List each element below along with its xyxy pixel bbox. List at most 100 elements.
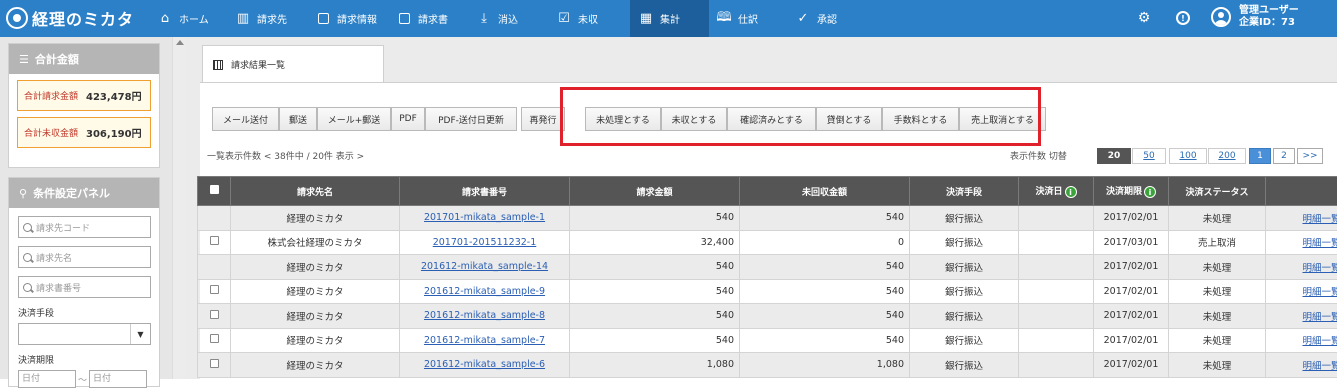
detail-link[interactable]: 明細一覧 — [1302, 361, 1337, 372]
row-checkbox-cell — [198, 304, 231, 329]
paid-date-cell — [1019, 328, 1094, 353]
reissue-button[interactable]: 再発行 — [521, 107, 565, 131]
paid-date-cell — [1019, 353, 1094, 378]
payment-method-cell: 銀行振込 — [910, 328, 1019, 353]
customer-name-cell: 経理のミカタ — [231, 304, 400, 329]
col-invoice-number[interactable]: 請求書番号 — [400, 177, 570, 206]
due-date-from-input[interactable]: 日付 — [18, 370, 76, 388]
nav-home[interactable]: ⌂ ホーム — [158, 0, 209, 37]
nav-journal[interactable]: 🕮 仕訳 — [717, 0, 758, 37]
detail-link[interactable]: 明細一覧 — [1302, 312, 1337, 323]
sidebar-scrollbar[interactable] — [172, 37, 185, 379]
totals-panel-header: ☰ 合計金額 — [9, 44, 159, 74]
row-checkbox-cell — [198, 230, 231, 255]
due-date-cell: 2017/03/01 — [1094, 230, 1169, 255]
nav-customers[interactable]: ▥ 請求先 — [236, 0, 287, 37]
home-icon: ⌂ — [158, 12, 172, 26]
nav-reconcile-label: 消込 — [498, 11, 518, 26]
customer-name-placeholder: 請求先名 — [36, 251, 72, 264]
detail-link[interactable]: 明細一覧 — [1302, 287, 1337, 298]
select-all-checkbox[interactable] — [210, 185, 219, 194]
row-checkbox[interactable] — [210, 285, 219, 294]
logo[interactable]: 経理のミカタ — [6, 7, 134, 29]
tab-billing-results[interactable]: 請求結果一覧 — [202, 45, 384, 83]
customer-name-input[interactable]: 請求先名 — [18, 246, 151, 268]
col-amount[interactable]: 請求金額 — [570, 177, 740, 206]
payment-method-cell: 銀行振込 — [910, 230, 1019, 255]
col-paid-date[interactable]: 決済日i — [1019, 177, 1094, 206]
table-row: 株式会社経理のミカタ201701-201511232-132,4000銀行振込2… — [198, 230, 1337, 255]
per-page-20[interactable]: 20 — [1097, 148, 1131, 164]
paid-date-cell — [1019, 206, 1094, 231]
invoice-link[interactable]: 201612-mikata_sample-6 — [424, 359, 545, 370]
per-page-50[interactable]: 50 — [1132, 148, 1166, 164]
nav-unpaid[interactable]: ☑ 未収 — [557, 0, 598, 37]
unpaid-amount-cell: 540 — [740, 279, 910, 304]
payment-method-cell: 銀行振込 — [910, 304, 1019, 329]
invoice-link[interactable]: 201612-mikata_sample-14 — [421, 261, 548, 272]
col-customer-name[interactable]: 請求先名 — [231, 177, 400, 206]
nav-summary[interactable]: ▦ 集計 — [630, 0, 709, 37]
book-icon: 🕮 — [717, 12, 731, 26]
page-2[interactable]: 2 — [1273, 148, 1295, 164]
due-date-label: 決済期限 — [18, 353, 159, 366]
send-email-button[interactable]: メール送付 — [212, 107, 279, 131]
col-status[interactable]: 決済ステータス — [1169, 177, 1266, 206]
detail-link[interactable]: 明細一覧 — [1302, 336, 1337, 347]
scroll-up-icon[interactable] — [176, 40, 184, 45]
invoice-link[interactable]: 201612-mikata_sample-7 — [424, 335, 545, 346]
info-icon[interactable]: i — [1065, 186, 1077, 198]
col-detail — [1266, 177, 1337, 206]
row-checkbox[interactable] — [210, 359, 219, 368]
total-unpaid-value: 306,190円 — [86, 125, 142, 140]
select-all-header[interactable] — [198, 177, 231, 206]
filter-panel: ⚲ 条件設定パネル 請求先コード 請求先名 請求書番号 決済手段 ▼ 決済期限 … — [8, 177, 160, 387]
per-page-label: 表示件数 切替 — [1010, 149, 1067, 162]
nav-reconcile[interactable]: ⤓ 消込 — [477, 0, 518, 37]
user-avatar-icon — [1211, 7, 1231, 27]
user-menu[interactable]: 管理ユーザー 企業ID：73 — [1211, 5, 1299, 29]
row-checkbox[interactable] — [210, 334, 219, 343]
row-checkbox[interactable] — [210, 236, 219, 245]
pdf-button[interactable]: PDF — [391, 107, 425, 131]
col-payment-method[interactable]: 決済手段 — [910, 177, 1019, 206]
invoice-link[interactable]: 201701-mikata_sample-1 — [424, 212, 545, 223]
detail-link[interactable]: 明細一覧 — [1302, 263, 1337, 274]
send-email-and-mail-button[interactable]: メール+郵送 — [317, 107, 391, 131]
col-due-date[interactable]: 決済期限i — [1094, 177, 1169, 206]
customer-code-input[interactable]: 請求先コード — [18, 216, 151, 238]
detail-cell: 明細一覧 — [1266, 353, 1337, 378]
calculator-icon — [213, 60, 223, 70]
customer-name-cell: 株式会社経理のミカタ — [231, 230, 400, 255]
info-icon[interactable]: i — [1144, 186, 1156, 198]
alert-icon[interactable]: ! — [1176, 11, 1190, 25]
invoice-link[interactable]: 201612-mikata_sample-8 — [424, 310, 545, 321]
payment-method-select[interactable]: ▼ — [18, 323, 151, 345]
pdf-update-send-date-button[interactable]: PDF-送付日更新 — [425, 107, 517, 131]
invoice-link[interactable]: 201612-mikata_sample-9 — [424, 286, 545, 297]
nav-customers-label: 請求先 — [257, 11, 287, 26]
amount-cell: 540 — [570, 304, 740, 329]
gear-icon[interactable]: ⚙ — [1137, 11, 1151, 25]
detail-link[interactable]: 明細一覧 — [1302, 238, 1337, 249]
page-1[interactable]: 1 — [1249, 148, 1271, 164]
detail-link[interactable]: 明細一覧 — [1302, 214, 1337, 225]
customer-name-cell: 経理のミカタ — [231, 279, 400, 304]
table-row: 経理のミカタ201612-mikata_sample-8540540銀行振込20… — [198, 304, 1337, 329]
nav-invoices[interactable]: 請求書 — [397, 0, 448, 37]
per-page-200[interactable]: 200 — [1208, 148, 1246, 164]
table-body: 経理のミカタ201701-mikata_sample-1540540銀行振込20… — [198, 206, 1337, 378]
invoice-number-input[interactable]: 請求書番号 — [18, 276, 151, 298]
page-next[interactable]: >> — [1297, 148, 1323, 164]
col-unpaid-amount[interactable]: 未回収金額 — [740, 177, 910, 206]
chevron-down-icon: ▼ — [130, 324, 150, 344]
row-checkbox[interactable] — [210, 310, 219, 319]
nav-billing-info[interactable]: 請求情報 — [316, 0, 377, 37]
payment-method-cell: 銀行振込 — [910, 279, 1019, 304]
send-mail-button[interactable]: 郵送 — [279, 107, 317, 131]
logo-icon — [6, 7, 28, 29]
due-date-to-input[interactable]: 日付 — [89, 370, 147, 388]
invoice-link[interactable]: 201701-201511232-1 — [433, 237, 537, 248]
nav-approval[interactable]: ✓ 承認 — [796, 0, 837, 37]
per-page-100[interactable]: 100 — [1169, 148, 1207, 164]
